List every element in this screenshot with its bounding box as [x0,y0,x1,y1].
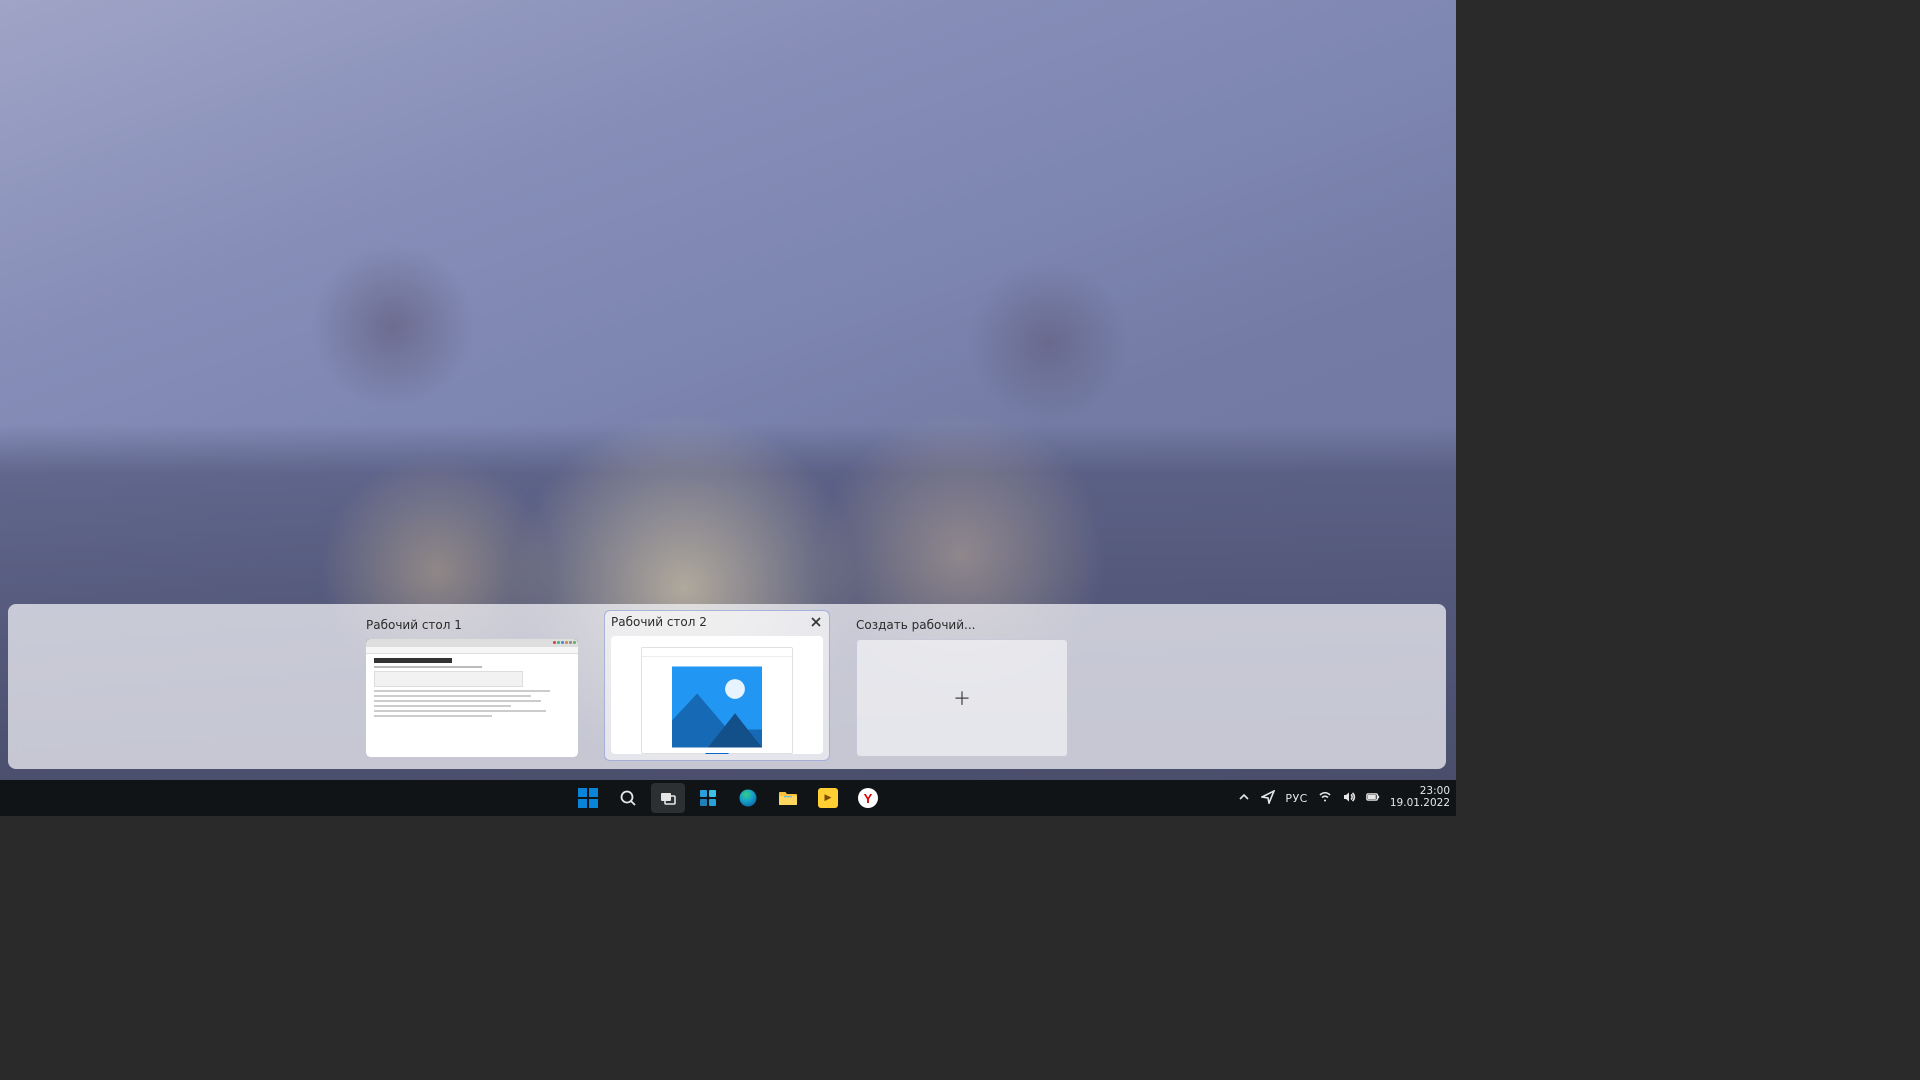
folder-icon [778,788,798,808]
taskbar-center: ▶ Y [571,783,885,813]
yandex-button[interactable]: Y [851,783,885,813]
chevron-up-icon [1237,790,1251,804]
yandex-icon: Y [858,788,878,808]
battery-icon [1366,790,1380,804]
battery-button[interactable] [1366,790,1380,807]
new-desktop-slot[interactable]: Создать рабочий... ＋ [856,617,1068,757]
task-view-icon [658,788,678,808]
photos-app-icon [672,666,762,748]
clock[interactable]: 23:00 19.01.2022 [1390,786,1450,809]
file-explorer-button[interactable] [771,783,805,813]
browser-tabstrip [366,639,578,647]
windows-logo-icon [578,788,598,808]
player-app-button[interactable]: ▶ [811,783,845,813]
start-button[interactable] [571,783,605,813]
tray-send-button[interactable] [1261,790,1275,807]
edge-icon [738,788,758,808]
new-desktop-label: Создать рабочий... [856,618,975,632]
task-view-panel: Рабочий стол 1 Рабочий стол 2 [8,604,1446,769]
virtual-desktop-1-thumbnail[interactable] [366,639,578,757]
tray-overflow-button[interactable] [1237,790,1251,807]
active-window-indicator [705,753,729,754]
close-desktop-button[interactable] [809,615,823,629]
virtual-desktop-1[interactable]: Рабочий стол 1 [366,617,578,757]
send-icon [1261,790,1275,804]
plus-icon: ＋ [953,685,971,711]
wifi-button[interactable] [1318,790,1332,807]
widgets-icon [698,788,718,808]
speaker-icon [1342,790,1356,804]
new-desktop-button[interactable]: ＋ [856,639,1068,757]
search-button[interactable] [611,783,645,813]
clock-date: 19.01.2022 [1390,798,1450,810]
close-icon [811,617,821,627]
taskbar: ▶ Y РУС [0,780,1456,816]
edge-button[interactable] [731,783,765,813]
system-tray: РУС 23:00 19.01.2022 [1237,786,1450,809]
player-app-icon: ▶ [818,788,838,808]
virtual-desktop-1-label: Рабочий стол 1 [366,618,462,632]
browser-page [366,654,578,757]
search-icon [618,788,638,808]
virtual-desktop-2[interactable]: Рабочий стол 2 [604,610,830,761]
widgets-button[interactable] [691,783,725,813]
language-indicator[interactable]: РУС [1285,792,1308,805]
task-view-button[interactable] [651,783,685,813]
virtual-desktop-2-label: Рабочий стол 2 [611,615,707,629]
virtual-desktop-2-thumbnail[interactable] [611,636,823,754]
browser-addressbar [366,647,578,654]
volume-button[interactable] [1342,790,1356,807]
photos-window-thumb [641,647,793,754]
wifi-icon [1318,790,1332,804]
